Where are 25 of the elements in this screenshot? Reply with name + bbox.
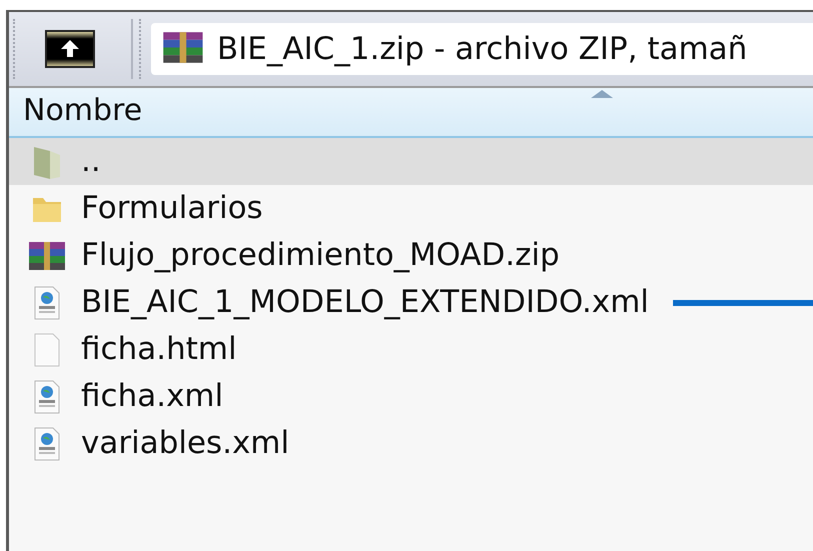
archive-icon: [27, 240, 67, 272]
address-field[interactable]: BIE_AIC_1.zip - archivo ZIP, tamañ: [151, 23, 813, 75]
file-row[interactable]: ficha.html: [9, 326, 813, 373]
archive-icon: [161, 30, 205, 64]
file-name: variables.xml: [81, 428, 290, 459]
file-name: ficha.xml: [81, 381, 224, 412]
file-row[interactable]: variables.xml: [9, 420, 813, 467]
file-row[interactable]: ..: [9, 138, 813, 185]
up-folder-button[interactable]: [45, 30, 95, 68]
xml-file-icon: [33, 380, 61, 414]
xml-file-icon: [33, 286, 61, 320]
file-icon: [33, 332, 61, 366]
file-row[interactable]: Flujo_procedimiento_MOAD.zip: [9, 232, 813, 279]
xml-file-icon: [33, 426, 61, 460]
file-name: Formularios: [81, 193, 263, 224]
file-name: Flujo_procedimiento_MOAD.zip: [81, 240, 560, 271]
sort-arrow-icon: [591, 90, 613, 98]
file-row[interactable]: ficha.xml: [9, 373, 813, 420]
file-row[interactable]: Formularios: [9, 185, 813, 232]
file-name: ficha.html: [81, 334, 237, 365]
address-text: BIE_AIC_1.zip - archivo ZIP, tamañ: [217, 31, 748, 67]
file-name: ..: [81, 146, 101, 177]
file-row[interactable]: BIE_AIC_1_MODELO_EXTENDIDO.xml: [9, 279, 813, 326]
column-header[interactable]: Nombre: [9, 88, 813, 138]
file-name: BIE_AIC_1_MODELO_EXTENDIDO.xml: [81, 287, 649, 318]
